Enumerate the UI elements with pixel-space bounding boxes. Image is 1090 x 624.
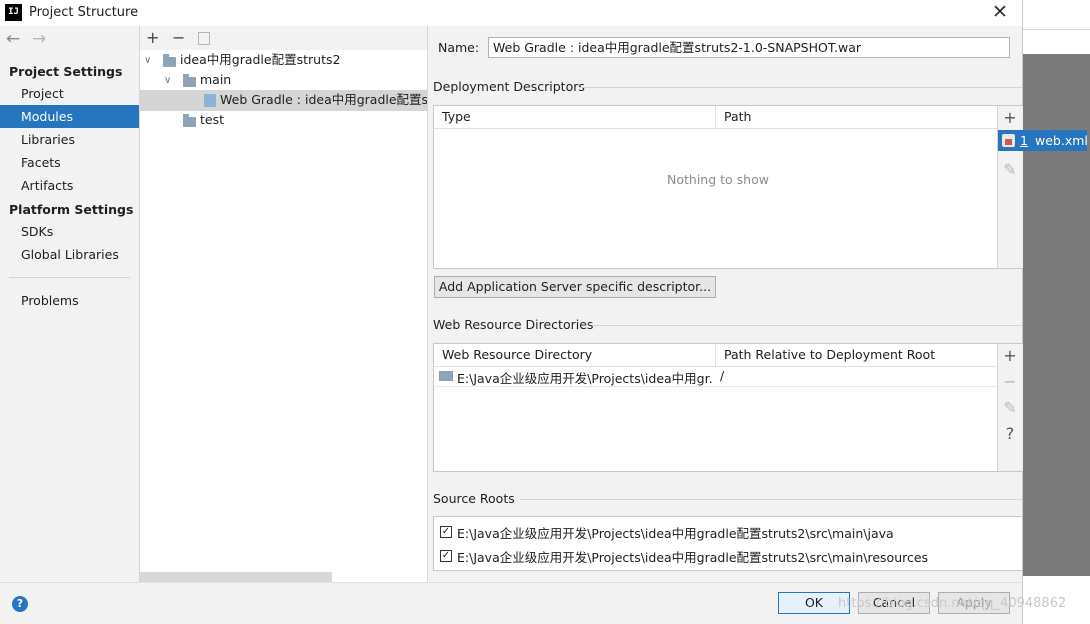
window-title: Project Structure [29, 5, 139, 20]
nav-item-global-libraries[interactable]: Global Libraries [0, 243, 139, 266]
source-root-item: E:\Java企业级应用开发\Projects\idea中用gradle配置st… [457, 526, 894, 541]
name-label: Name: [438, 40, 480, 55]
xml-file-icon [1002, 134, 1015, 147]
remove-icon[interactable]: − [998, 372, 1022, 391]
title-bar [0, 0, 1022, 26]
empty-table-text: Nothing to show [667, 172, 769, 187]
footer-divider [0, 582, 1022, 583]
background-divider [1023, 29, 1090, 30]
edit-icon[interactable]: ✎ [998, 160, 1022, 179]
add-server-descriptor-button[interactable]: Add Application Server specific descript… [434, 276, 716, 298]
nav-item-project[interactable]: Project [0, 82, 139, 105]
module-folder-icon [163, 54, 176, 67]
watermark: https://blog.csdn.net/qq_40948862 [838, 596, 1067, 611]
remove-icon[interactable]: − [172, 28, 185, 47]
section-divider [520, 499, 1022, 500]
source-root-item: E:\Java企业级应用开发\Projects\idea中用gradle配置st… [457, 550, 929, 565]
section-divider [592, 325, 1022, 326]
help-icon[interactable]: ? [12, 596, 28, 612]
source-root-checkbox[interactable]: ✓ [440, 550, 452, 562]
tree-horizontal-scrollbar[interactable] [140, 572, 332, 582]
add-icon[interactable]: + [998, 346, 1022, 365]
edit-icon[interactable]: ✎ [998, 398, 1022, 417]
web-facet-icon [204, 94, 216, 107]
web-folder-icon [439, 371, 453, 381]
source-root-checkbox[interactable]: ✓ [440, 526, 452, 538]
nav-item-problems[interactable]: Problems [0, 289, 139, 312]
tree-item-root[interactable]: idea中用gradle配置struts2 [180, 50, 340, 70]
arrow-left-icon[interactable]: ← [6, 29, 20, 49]
column-separator [715, 344, 716, 366]
project-settings-header: Project Settings [9, 64, 123, 79]
nav-divider [9, 277, 130, 278]
tree-item-web-gradle[interactable]: Web Gradle : idea中用gradle配置str [220, 90, 427, 110]
tree-item-main[interactable]: main [200, 70, 231, 90]
deployment-descriptors-table [433, 105, 1023, 269]
help-icon[interactable]: ? [998, 424, 1022, 443]
folder-icon [183, 114, 196, 127]
column-path[interactable]: Path [724, 106, 751, 128]
column-separator [715, 106, 716, 128]
nav-item-artifacts[interactable]: Artifacts [0, 174, 139, 197]
section-divider [580, 87, 1022, 88]
popup-item-number: 1 [1020, 133, 1028, 148]
tree-item-test[interactable]: test [200, 110, 224, 130]
nav-item-libraries[interactable]: Libraries [0, 128, 139, 151]
intellij-logo-icon: IJ [5, 4, 22, 21]
name-field[interactable]: Web Gradle : idea中用gradle配置struts2-1.0-S… [488, 37, 1010, 58]
relative-path-cell[interactable]: / [720, 368, 724, 383]
nav-item-facets[interactable]: Facets [0, 151, 139, 174]
column-relative-path[interactable]: Path Relative to Deployment Root [724, 344, 935, 366]
nav-item-modules[interactable]: Modules [0, 105, 139, 128]
deployment-descriptors-header: Deployment Descriptors [433, 79, 585, 94]
nav-item-sdks[interactable]: SDKs [0, 220, 139, 243]
descriptor-popup-item[interactable]: 1 web.xml [998, 130, 1088, 151]
add-icon[interactable]: + [146, 28, 159, 47]
popup-item-label: web.xml [1035, 133, 1088, 148]
web-resource-dir-cell[interactable]: E:\Java企业级应用开发\Projects\idea中用gr... [457, 368, 713, 387]
add-descriptor-icon[interactable]: + [998, 108, 1022, 127]
copy-icon[interactable] [198, 32, 210, 45]
close-icon[interactable]: ✕ [990, 2, 1010, 22]
platform-settings-header: Platform Settings [9, 202, 134, 217]
folder-icon [183, 74, 196, 87]
chevron-down-icon[interactable]: ∨ [144, 55, 151, 66]
source-roots-header: Source Roots [433, 491, 515, 506]
chevron-down-icon[interactable]: ∨ [164, 75, 171, 86]
web-resource-header: Web Resource Directories [433, 317, 594, 332]
column-web-resource-dir[interactable]: Web Resource Directory [442, 344, 592, 366]
column-type[interactable]: Type [442, 106, 471, 128]
arrow-right-icon[interactable]: → [32, 29, 46, 49]
